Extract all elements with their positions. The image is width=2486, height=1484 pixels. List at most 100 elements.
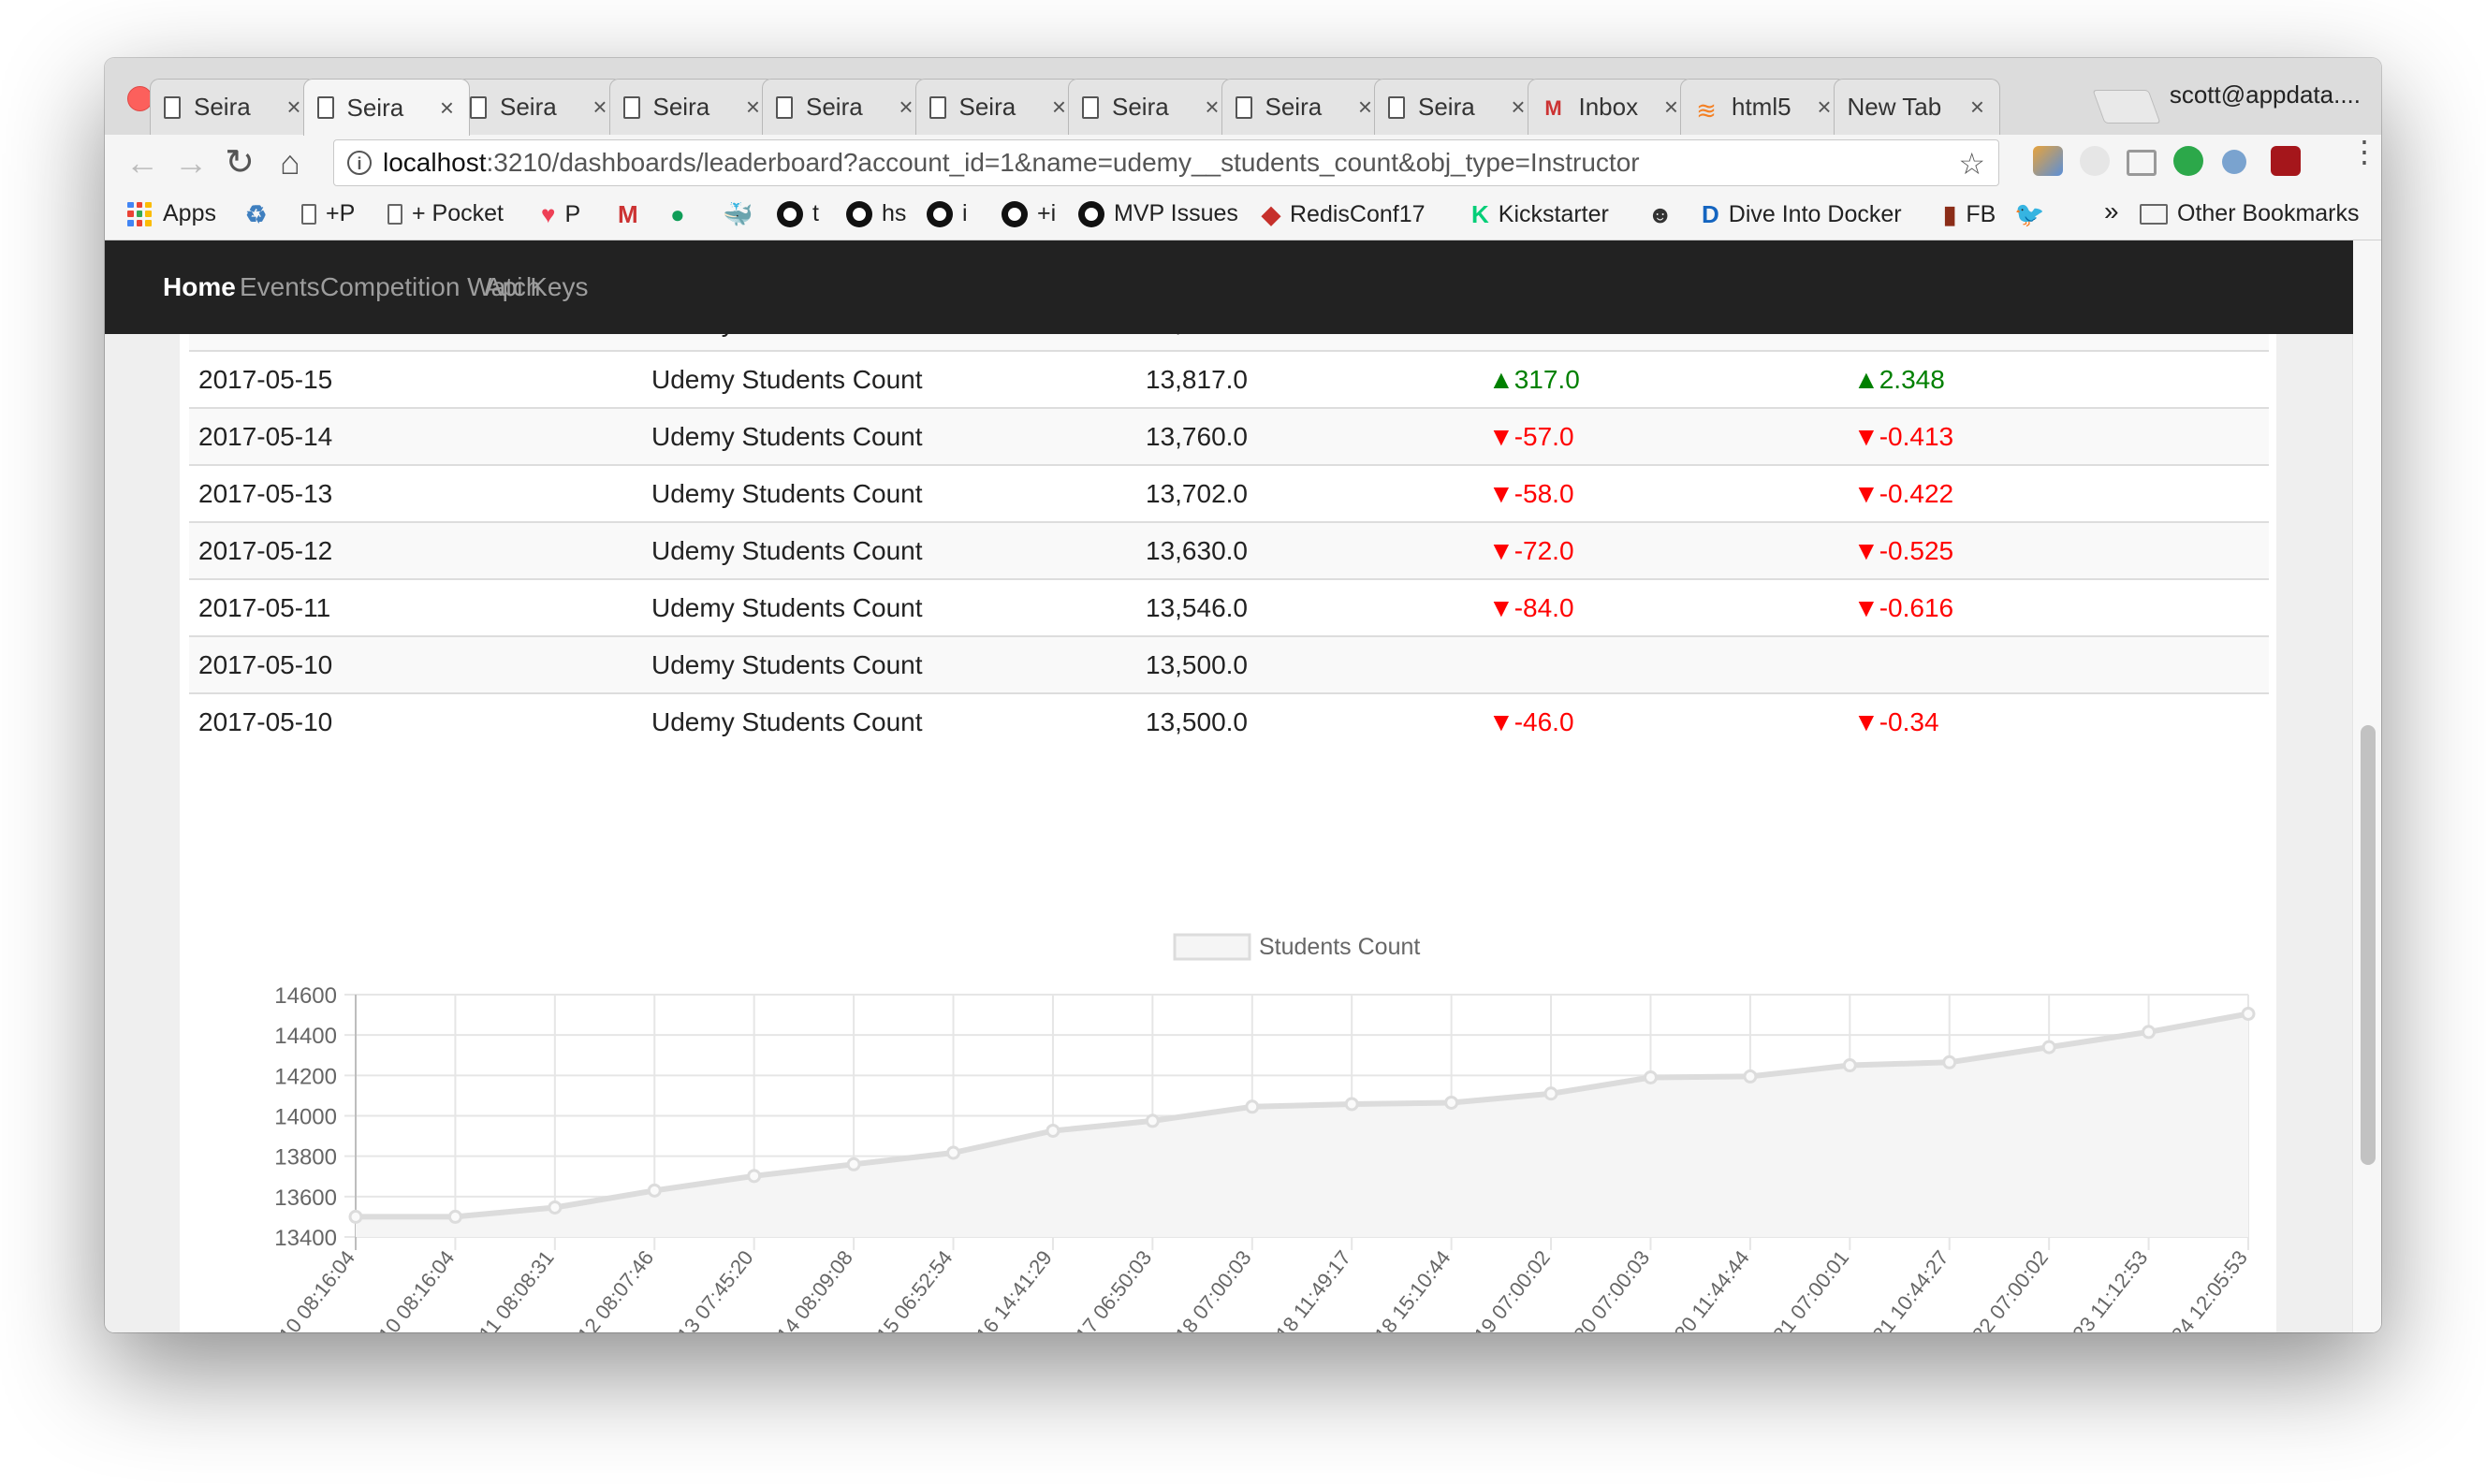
tab-strip: Seira × Seira × Seira × Seira × Seira × Seira × Seir…: [105, 58, 2381, 136]
bookmark-label: + Pocket: [412, 200, 504, 226]
new-tab-button[interactable]: [2092, 90, 2161, 124]
tab[interactable]: ≋ html5 ×: [1680, 79, 1847, 135]
value-cell: 13,546.0: [1136, 578, 1479, 636]
percent-change-cell: ▼-0.525: [1844, 521, 2269, 579]
table-row: 2017-05-10 Udemy Students Count 13,500.0: [189, 635, 2269, 693]
bookmark-item[interactable]: ♻: [245, 200, 276, 229]
close-tab-icon[interactable]: ×: [1814, 93, 1835, 122]
bookmark-item[interactable]: ▮ FB: [1943, 200, 1996, 229]
tab-label: Seira: [652, 93, 710, 121]
bookmarks-overflow-icon[interactable]: »: [2104, 196, 2119, 226]
bookmark-item[interactable]: i: [927, 200, 968, 227]
date-cell: 2017-05-13: [189, 464, 642, 522]
bookmark-item[interactable]: ●: [670, 200, 695, 229]
data-point: [2241, 1007, 2256, 1022]
bookmark-item[interactable]: ◆ RedisConf17: [1262, 200, 1426, 229]
page-scrollbar[interactable]: [2352, 240, 2381, 1332]
bookmark-item[interactable]: ♥ P: [541, 200, 580, 229]
percent-change-cell: ▼-0.413: [1844, 407, 2269, 465]
tab[interactable]: M Inbox ×: [1527, 79, 1694, 135]
bookmark-item[interactable]: 🐦: [2014, 200, 2054, 229]
data-point: [647, 1183, 662, 1198]
menu-dots-icon[interactable]: ⋮: [2349, 137, 2379, 167]
y-tick-label: 14000: [274, 1105, 337, 1130]
page-icon: [388, 203, 402, 225]
reload-icon[interactable]: ↻: [221, 145, 258, 181]
percent-change-cell: ▲2.348: [1844, 350, 2269, 408]
close-tab-icon[interactable]: ×: [437, 94, 458, 123]
table-row: 2017-05-13 Udemy Students Count 13,702.0 ▼-…: [189, 464, 2269, 522]
back-arrow-icon[interactable]: ←: [124, 146, 161, 180]
tab[interactable]: Seira ×: [150, 79, 316, 135]
bookmark-item[interactable]: ☻: [1647, 200, 1682, 229]
date-cell: 2017-05-10: [189, 635, 642, 693]
series-area: [356, 1013, 2248, 1237]
info-icon[interactable]: i: [347, 151, 372, 175]
y-tick-label: 13400: [274, 1226, 337, 1251]
close-tab-icon[interactable]: ×: [284, 93, 304, 122]
tab-label: Seira: [1265, 93, 1323, 121]
tab[interactable]: Seira ×: [762, 79, 929, 135]
nav-api-keys[interactable]: Api Keys: [485, 272, 589, 302]
value-cell: 13,817.0: [1136, 350, 1479, 408]
profile-name[interactable]: scott@appdata....: [2170, 80, 2361, 109]
close-tab-icon[interactable]: ×: [1508, 93, 1528, 122]
bookmark-item[interactable]: hs: [846, 200, 906, 227]
bookmark-item[interactable]: +P: [301, 200, 355, 227]
bookmark-item[interactable]: K Kickstarter: [1471, 200, 1609, 229]
kickstarter-icon: K: [1471, 200, 1489, 228]
close-tab-icon[interactable]: ×: [1355, 93, 1376, 122]
value-cell: 13,500.0: [1136, 635, 1479, 693]
bookmark-item[interactable]: t: [777, 200, 819, 227]
metric-name-cell: Udemy Students Count: [642, 521, 1136, 579]
bookmark-item[interactable]: M: [618, 200, 648, 229]
y-tick-label: 14600: [274, 983, 337, 1009]
data-point: [1543, 1086, 1558, 1101]
github-icon: [1002, 200, 1028, 227]
page-container: 2017-05-16Udemy Students Count13,926.0▲1…: [180, 240, 2276, 1332]
other-bookmarks[interactable]: Other Bookmarks: [2140, 200, 2360, 227]
close-tab-icon[interactable]: ×: [743, 93, 764, 122]
chat-bubble-icon[interactable]: [2173, 146, 2203, 176]
tab[interactable]: Seira ×: [1374, 79, 1541, 135]
close-tab-icon[interactable]: ×: [896, 93, 916, 122]
reddit-icon[interactable]: [2080, 146, 2110, 176]
tab[interactable]: Seira ×: [914, 79, 1082, 135]
tab-active[interactable]: Seira ×: [302, 79, 470, 136]
tab[interactable]: Seira ×: [1221, 79, 1388, 135]
close-tab-icon[interactable]: ×: [1967, 93, 1988, 122]
x-tick-label: 2017-05-10 08:16:04: [223, 1246, 358, 1332]
nav-events[interactable]: Events: [240, 272, 320, 302]
folder-icon: [2140, 203, 2168, 225]
satellite-icon[interactable]: [2222, 150, 2246, 174]
close-tab-icon[interactable]: ×: [1049, 93, 1070, 122]
bookmark-item[interactable]: MVP Issues: [1078, 200, 1238, 227]
bookmark-item[interactable]: D Dive Into Docker: [1702, 200, 1902, 229]
bookmark-label: FB: [1966, 201, 1996, 227]
change-cell: ▼-72.0: [1479, 521, 1844, 579]
bookmark-star-icon[interactable]: ☆: [1958, 146, 1985, 182]
address-bar[interactable]: i localhost:3210/dashboards/leaderboard?…: [333, 139, 1999, 186]
date-cell: 2017-05-11: [189, 578, 642, 636]
tab[interactable]: Seira ×: [456, 79, 622, 135]
home-icon[interactable]: ⌂: [271, 146, 309, 180]
tab[interactable]: New Tab ×: [1833, 79, 2000, 135]
y-tick-label: 13600: [274, 1186, 337, 1211]
tab[interactable]: Seira ×: [608, 79, 776, 135]
bookmark-item[interactable]: +i: [1002, 200, 1056, 227]
tab[interactable]: Seira ×: [1068, 79, 1235, 135]
bookmark-item[interactable]: + Pocket: [388, 200, 504, 227]
close-tab-icon[interactable]: ×: [1661, 93, 1682, 122]
bookmark-item[interactable]: 🐳: [723, 200, 762, 229]
forward-arrow-icon[interactable]: →: [172, 146, 210, 180]
close-window-button[interactable]: [127, 86, 153, 111]
scrollbar-thumb[interactable]: [2361, 725, 2376, 1165]
bookmark-label: Kickstarter: [1498, 201, 1609, 227]
ublock-icon[interactable]: [2271, 146, 2301, 176]
close-tab-icon[interactable]: ×: [590, 93, 610, 122]
bookmark-item[interactable]: Apps: [127, 200, 216, 227]
nav-home[interactable]: Home: [163, 272, 236, 302]
extension-icon[interactable]: [2033, 146, 2063, 176]
cast-icon[interactable]: [2127, 150, 2157, 176]
close-tab-icon[interactable]: ×: [1202, 93, 1222, 122]
